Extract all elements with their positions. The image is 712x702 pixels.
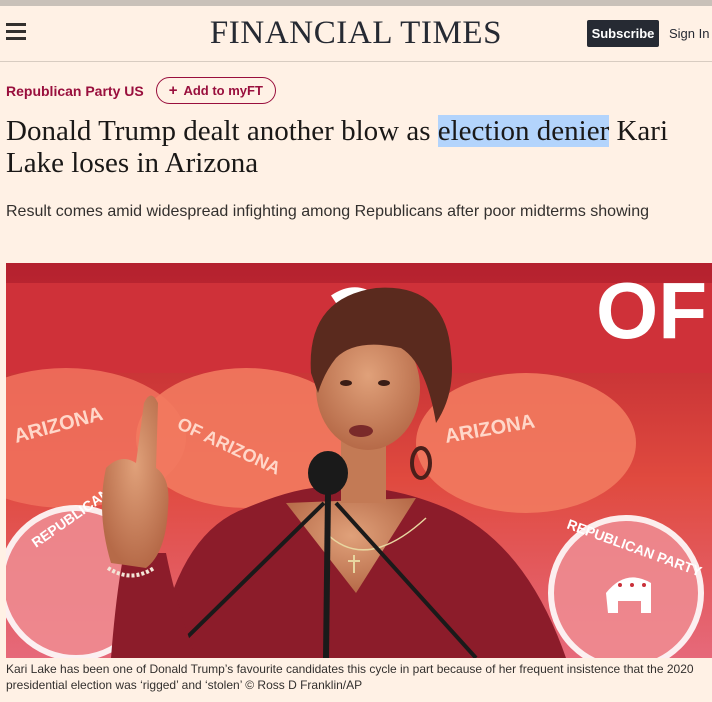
article-standfirst: Result comes amid widespread infighting …: [6, 203, 649, 220]
sign-in-link[interactable]: Sign In: [669, 20, 709, 47]
headline-selected-text: election denier: [437, 115, 610, 147]
add-to-myft-button[interactable]: + Add to myFT: [155, 77, 276, 104]
kari-lake-photo: OF AR ARIZONA OF ARIZONA ARIZONA REPUBLI…: [6, 263, 712, 658]
article-headline: Donald Trump dealt another blow as elect…: [6, 115, 706, 179]
headline-text-start: Donald Trump dealt another blow as: [6, 115, 438, 147]
article-photo: OF AR ARIZONA OF ARIZONA ARIZONA REPUBLI…: [6, 263, 712, 658]
topic-row: Republican Party US + Add to myFT: [6, 77, 276, 104]
topic-link[interactable]: Republican Party US: [6, 83, 144, 99]
subscribe-button[interactable]: Subscribe: [587, 20, 659, 47]
site-header: FINANCIAL TIMES Subscribe Sign In: [0, 6, 712, 62]
banner-text-or-ar: OF AR: [596, 266, 712, 355]
image-caption: Kari Lake has been one of Donald Trump’s…: [6, 662, 694, 692]
add-to-myft-label: Add to myFT: [183, 83, 263, 98]
plus-icon: +: [168, 82, 178, 99]
